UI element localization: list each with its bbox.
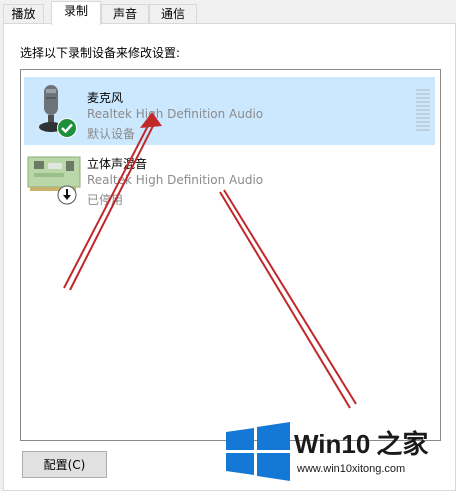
watermark-url: www.win10xitong.com xyxy=(297,463,406,475)
tab-sounds[interactable]: 声音 xyxy=(101,4,149,23)
configure-button[interactable]: 配置(C) xyxy=(22,451,107,478)
device-row-microphone[interactable]: 麦克风 Realtek High Definition Audio 默认设备 xyxy=(24,77,435,145)
device-driver: Realtek High Definition Audio xyxy=(87,173,264,187)
device-row-stereo-mix[interactable]: 立体声混音 Realtek High Definition Audio 已停用 xyxy=(24,143,435,211)
watermark-title: Win10 之家 xyxy=(294,429,429,459)
watermark-logo: Win10 之家 www.win10xitong.com xyxy=(222,420,456,491)
device-list[interactable]: 麦克风 Realtek High Definition Audio 默认设备 立… xyxy=(20,69,441,441)
device-status: 默认设备 xyxy=(87,127,136,141)
down-arrow-icon xyxy=(57,185,77,205)
tab-playback[interactable]: 播放 xyxy=(3,4,44,23)
checkmark-icon xyxy=(57,118,77,138)
windows-logo-icon xyxy=(226,422,290,481)
tab-recording[interactable]: 录制 xyxy=(51,1,101,25)
device-status: 已停用 xyxy=(87,193,124,207)
device-name: 麦克风 xyxy=(87,91,124,105)
level-meter xyxy=(416,89,430,133)
tab-communications[interactable]: 通信 xyxy=(149,4,197,23)
tab-strip: 播放 录制 声音 通信 xyxy=(0,0,456,25)
instruction-text: 选择以下录制设备来修改设置: xyxy=(20,46,181,60)
device-driver: Realtek High Definition Audio xyxy=(87,107,264,121)
device-name: 立体声混音 xyxy=(87,157,148,171)
